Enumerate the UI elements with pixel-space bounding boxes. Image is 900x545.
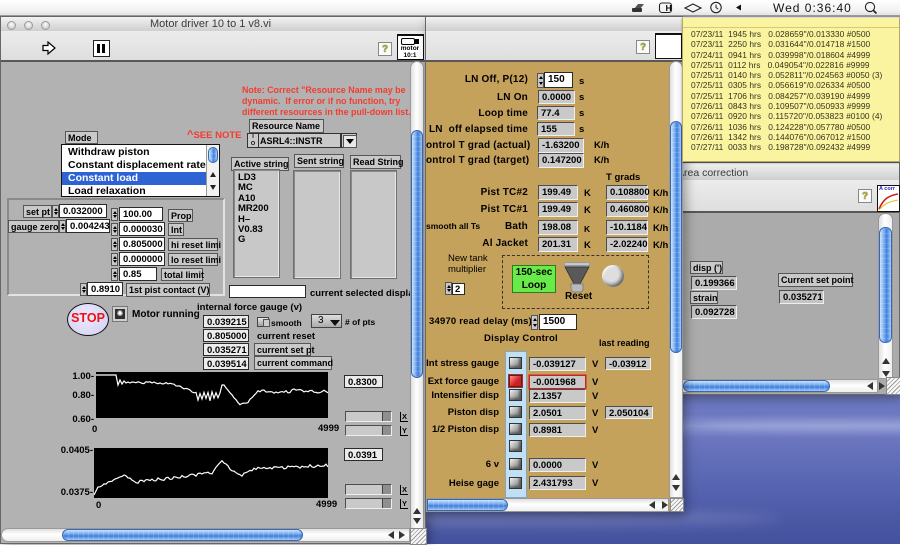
svg-text:H: H <box>666 3 672 13</box>
